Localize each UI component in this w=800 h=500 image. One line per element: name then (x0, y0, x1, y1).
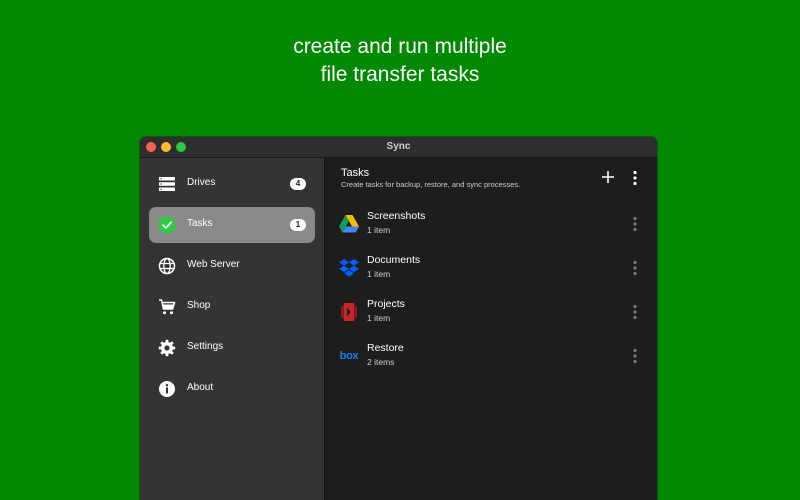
sidebar-item-label: About (187, 382, 214, 393)
sidebar-item-about[interactable]: About (149, 371, 315, 407)
task-name: Documents (367, 254, 421, 266)
box-icon: box (339, 350, 359, 362)
sidebar-item-web-server[interactable]: Web Server (149, 248, 315, 284)
headline-line-1: create and run multiple (293, 35, 507, 58)
task-more-options-button[interactable] (631, 304, 639, 320)
task-row-screenshots[interactable]: Screenshots 1 item (325, 207, 657, 247)
sidebar-item-label: Drives (187, 177, 216, 188)
more-options-button[interactable] (631, 170, 639, 186)
headline: create and run multiple file transfer ta… (0, 33, 800, 89)
globe-icon (158, 257, 176, 275)
red-drive-icon (341, 303, 357, 321)
google-drive-icon (339, 215, 359, 233)
dropbox-icon (339, 259, 359, 277)
title-bar: Sync (140, 137, 657, 158)
gear-icon (158, 339, 176, 357)
sidebar-item-label: Web Server (187, 259, 240, 270)
sidebar-item-tasks[interactable]: Tasks 1 (149, 207, 315, 243)
task-item-count: 1 item (367, 313, 391, 323)
page-title: Tasks (341, 167, 370, 179)
drives-icon (159, 177, 175, 191)
sidebar: Drives 4 Tasks 1 Web Server Shop Setting… (140, 158, 325, 500)
check-circle-icon (158, 216, 176, 234)
sidebar-item-drives[interactable]: Drives 4 (149, 166, 315, 202)
app-window: Sync Drives 4 Tasks 1 Web Server Shop Se… (140, 137, 657, 500)
task-more-options-button[interactable] (631, 260, 639, 276)
task-row-restore[interactable]: box Restore 2 items (325, 339, 657, 379)
tasks-count-badge: 1 (290, 219, 306, 231)
headline-line-2: file transfer tasks (320, 63, 480, 86)
task-row-projects[interactable]: Projects 1 item (325, 295, 657, 335)
sidebar-item-label: Shop (187, 300, 211, 311)
info-icon (159, 381, 175, 397)
window-title: Sync (386, 141, 411, 152)
page-subtitle: Create tasks for backup, restore, and sy… (341, 180, 521, 189)
cart-icon (159, 299, 176, 315)
task-name: Restore (367, 342, 404, 354)
drives-count-badge: 4 (290, 178, 306, 190)
sidebar-item-shop[interactable]: Shop (149, 289, 315, 325)
task-item-count: 2 items (367, 357, 395, 367)
sidebar-item-settings[interactable]: Settings (149, 330, 315, 366)
sidebar-item-label: Tasks (187, 218, 213, 229)
add-task-button[interactable] (601, 170, 615, 184)
task-name: Screenshots (367, 210, 426, 222)
sidebar-item-label: Settings (187, 341, 224, 352)
task-more-options-button[interactable] (631, 216, 639, 232)
main-panel: Tasks Create tasks for backup, restore, … (325, 158, 657, 500)
task-item-count: 1 item (367, 269, 391, 279)
task-item-count: 1 item (367, 225, 391, 235)
task-name: Projects (367, 298, 405, 310)
task-row-documents[interactable]: Documents 1 item (325, 251, 657, 291)
task-more-options-button[interactable] (631, 348, 639, 364)
